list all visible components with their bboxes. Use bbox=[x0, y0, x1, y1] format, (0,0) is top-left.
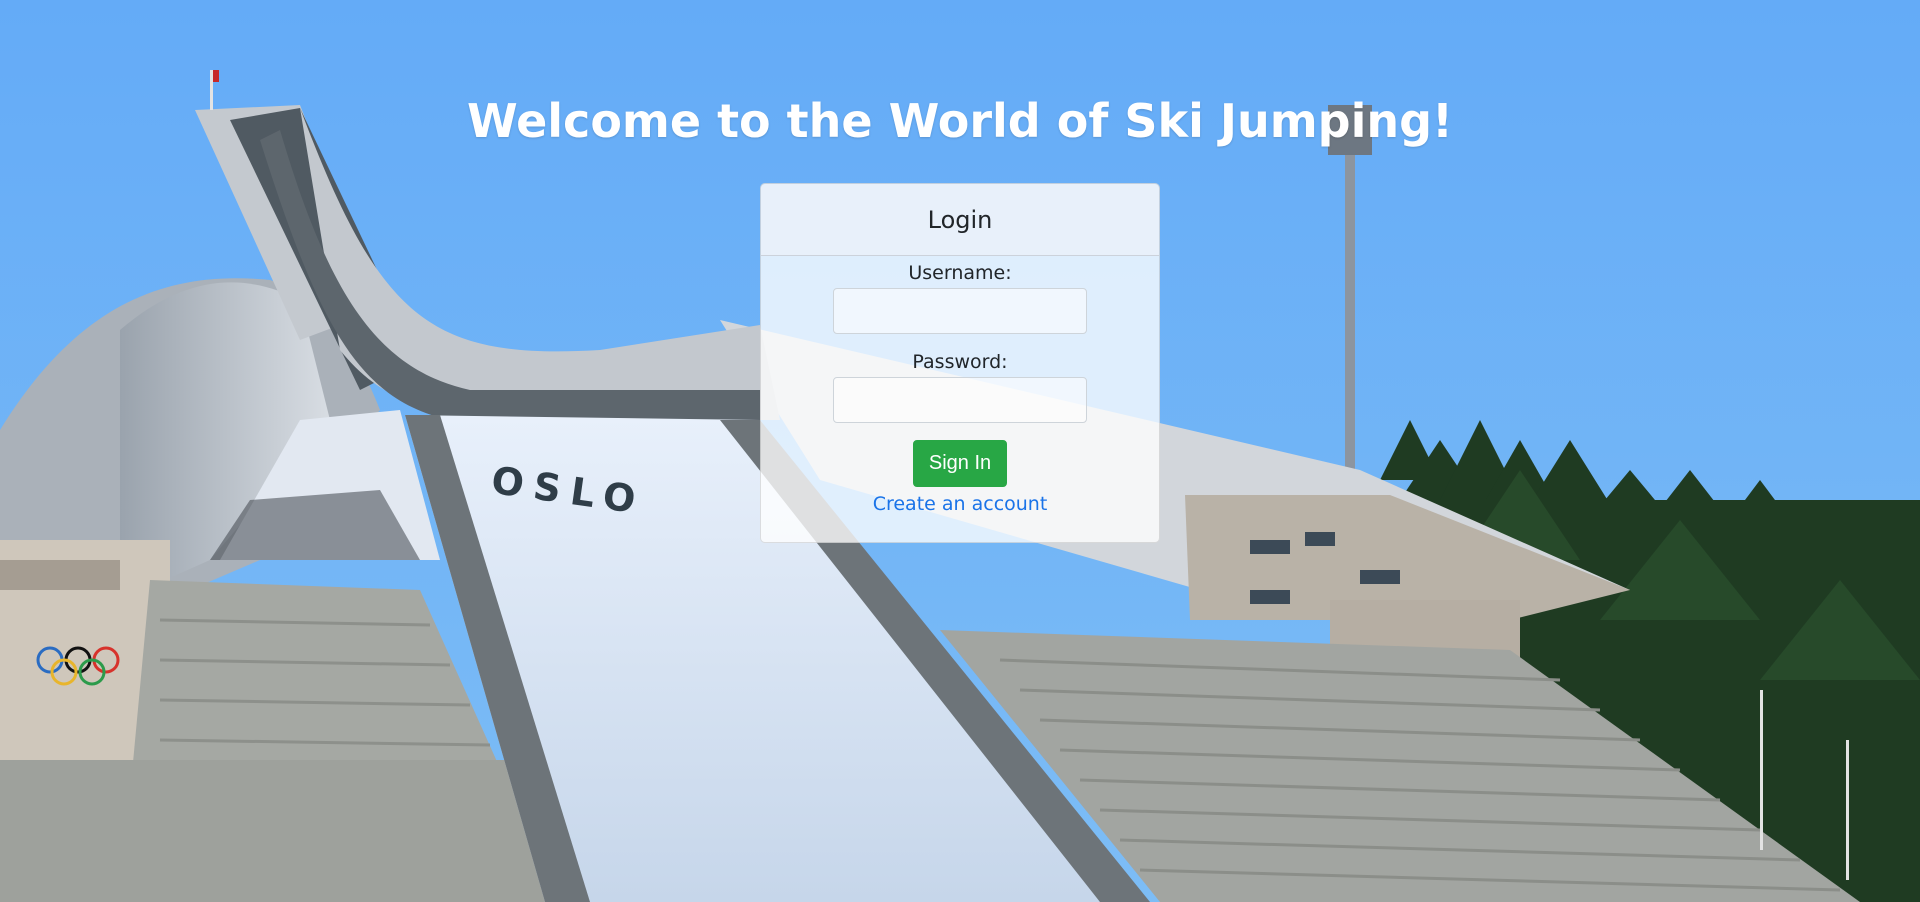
create-account-link[interactable]: Create an account bbox=[761, 493, 1159, 515]
sign-in-button[interactable]: Sign In bbox=[913, 440, 1007, 487]
username-input[interactable] bbox=[833, 288, 1087, 334]
login-card-header: Login bbox=[761, 184, 1159, 256]
password-input[interactable] bbox=[833, 377, 1087, 423]
page-title: Welcome to the World of Ski Jumping! bbox=[466, 94, 1453, 148]
login-card: Login Username: Password: Sign In Create… bbox=[760, 183, 1160, 543]
username-label: Username: bbox=[908, 262, 1012, 284]
login-form: Username: Password: Sign In Create an ac… bbox=[761, 256, 1159, 515]
login-page: OSLO Welcome to the World of Ski Jumping… bbox=[0, 0, 1920, 902]
password-label: Password: bbox=[912, 351, 1008, 373]
login-card-title: Login bbox=[927, 205, 993, 234]
